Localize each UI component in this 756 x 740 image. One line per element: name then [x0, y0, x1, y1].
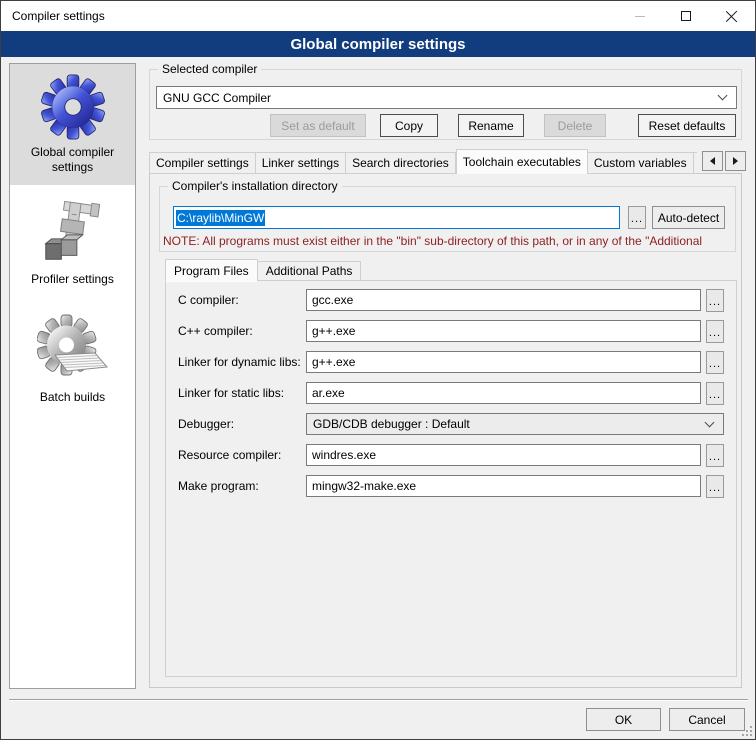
- form-row-linker-static: Linker for static libs: ...: [166, 382, 736, 404]
- compiler-settings-window: Compiler settings Global compiler settin…: [0, 0, 756, 740]
- debugger-select[interactable]: GDB/CDB debugger : Default: [306, 413, 724, 435]
- subtab-program-files[interactable]: Program Files: [165, 259, 258, 282]
- group-label: Compiler's installation directory: [168, 179, 342, 193]
- field-label: C++ compiler:: [178, 324, 253, 338]
- linker-dynamic-input[interactable]: [306, 351, 701, 373]
- selected-compiler-select[interactable]: GNU GCC Compiler: [156, 86, 737, 109]
- group-label: Selected compiler: [158, 62, 261, 76]
- sidebar-item-label: Batch builds: [40, 390, 105, 405]
- titlebar: Compiler settings: [1, 1, 755, 31]
- subtab-additional-paths[interactable]: Additional Paths: [258, 261, 362, 281]
- install-dir-note: NOTE: All programs must exist either in …: [163, 234, 734, 248]
- sidebar-item-label: Profiler settings: [31, 272, 114, 287]
- chevron-down-icon: [705, 417, 715, 427]
- gray-gear-papers-icon: [37, 313, 109, 385]
- cpp-compiler-input[interactable]: [306, 320, 701, 342]
- sidebar-item-profiler-settings[interactable]: Profiler settings: [10, 185, 135, 298]
- ok-button[interactable]: OK: [586, 708, 661, 731]
- tab-custom-variables[interactable]: Custom variables: [588, 152, 694, 174]
- selected-compiler-value: GNU GCC Compiler: [163, 91, 271, 105]
- caption-buttons: [617, 1, 755, 31]
- tab-compiler-settings[interactable]: Compiler settings: [149, 152, 256, 174]
- cancel-button[interactable]: Cancel: [669, 708, 745, 731]
- sidebar-item-batch-builds[interactable]: Batch builds: [10, 298, 135, 420]
- toolchain-executables-page: Compiler's installation directory C:\ray…: [149, 173, 742, 688]
- form-row-make-program: Make program: ...: [166, 475, 736, 497]
- installation-directory-group: Compiler's installation directory C:\ray…: [159, 186, 736, 252]
- install-dir-browse-button[interactable]: ...: [628, 206, 646, 229]
- minimize-icon: [635, 16, 645, 17]
- sidebar-item-global-compiler-settings[interactable]: Global compiler settings: [10, 64, 135, 185]
- tab-toolchain-executables[interactable]: Toolchain executables: [456, 149, 588, 174]
- set-as-default-button: Set as default: [270, 114, 366, 137]
- form-row-cpp-compiler: C++ compiler: ...: [166, 320, 736, 342]
- linker-dynamic-browse-button[interactable]: ...: [706, 351, 724, 374]
- maximize-icon: [681, 11, 691, 21]
- make-program-input[interactable]: [306, 475, 701, 497]
- rename-button[interactable]: Rename: [458, 114, 524, 137]
- field-label: Linker for dynamic libs:: [178, 355, 301, 369]
- cpp-compiler-browse-button[interactable]: ...: [706, 320, 724, 343]
- tab-build-options[interactable]: Build options: [694, 152, 697, 174]
- tab-search-directories[interactable]: Search directories: [346, 152, 456, 174]
- settings-tabstrip: Compiler settings Linker settings Search…: [149, 147, 746, 174]
- resource-compiler-browse-button[interactable]: ...: [706, 444, 724, 467]
- maximize-button[interactable]: [663, 1, 709, 31]
- compiler-buttons-row: Set as default Copy Rename Delete Reset …: [270, 114, 736, 137]
- selected-compiler-group: Selected compiler GNU GCC Compiler Set a…: [149, 69, 742, 140]
- form-row-resource-compiler: Resource compiler: ...: [166, 444, 736, 466]
- install-dir-selected-text: C:\raylib\MinGW: [176, 210, 265, 226]
- page-title: Global compiler settings: [1, 31, 755, 57]
- tab-scroll-right-button[interactable]: [725, 151, 746, 171]
- chevron-down-icon: [718, 91, 728, 101]
- triangle-right-icon: [733, 157, 738, 165]
- footer-separator: [9, 699, 748, 700]
- auto-detect-button[interactable]: Auto-detect: [652, 206, 725, 229]
- resize-grip[interactable]: [740, 724, 752, 736]
- form-row-linker-dynamic: Linker for dynamic libs: ...: [166, 351, 736, 373]
- c-compiler-browse-button[interactable]: ...: [706, 289, 724, 312]
- install-dir-input[interactable]: C:\raylib\MinGW: [173, 206, 620, 229]
- close-button[interactable]: [709, 1, 755, 31]
- reset-defaults-button[interactable]: Reset defaults: [638, 114, 736, 137]
- delete-button: Delete: [544, 114, 606, 137]
- form-row-debugger: Debugger: GDB/CDB debugger : Default: [166, 413, 736, 435]
- debugger-value: GDB/CDB debugger : Default: [313, 417, 470, 431]
- tab-scroll-left-button[interactable]: [702, 151, 723, 171]
- field-label: Linker for static libs:: [178, 386, 284, 400]
- field-label: Make program:: [178, 479, 259, 493]
- triangle-left-icon: [710, 157, 715, 165]
- tab-scroll-buttons: [702, 151, 746, 171]
- window-title: Compiler settings: [12, 9, 105, 23]
- program-files-tabstrip: Program Files Additional Paths: [165, 258, 361, 281]
- make-program-browse-button[interactable]: ...: [706, 475, 724, 498]
- linker-static-input[interactable]: [306, 382, 701, 404]
- copy-button[interactable]: Copy: [380, 114, 438, 137]
- form-row-c-compiler: C compiler: ...: [166, 289, 736, 311]
- close-icon: [726, 10, 738, 22]
- tabs-flow: Compiler settings Linker settings Search…: [149, 149, 697, 174]
- c-compiler-input[interactable]: [306, 289, 701, 311]
- field-label: C compiler:: [178, 293, 239, 307]
- minimize-button[interactable]: [617, 1, 663, 31]
- resource-compiler-input[interactable]: [306, 444, 701, 466]
- field-label: Resource compiler:: [178, 448, 281, 462]
- caliper-icon: [38, 197, 108, 267]
- tab-linker-settings[interactable]: Linker settings: [256, 152, 346, 174]
- sidebar: Global compiler settings: [9, 63, 136, 689]
- field-label: Debugger:: [178, 417, 234, 431]
- program-files-panel: C compiler: ... C++ compiler: ... Linker…: [165, 280, 737, 677]
- blue-gear-icon: [40, 74, 106, 140]
- linker-static-browse-button[interactable]: ...: [706, 382, 724, 405]
- sidebar-item-label: Global compiler settings: [14, 145, 131, 175]
